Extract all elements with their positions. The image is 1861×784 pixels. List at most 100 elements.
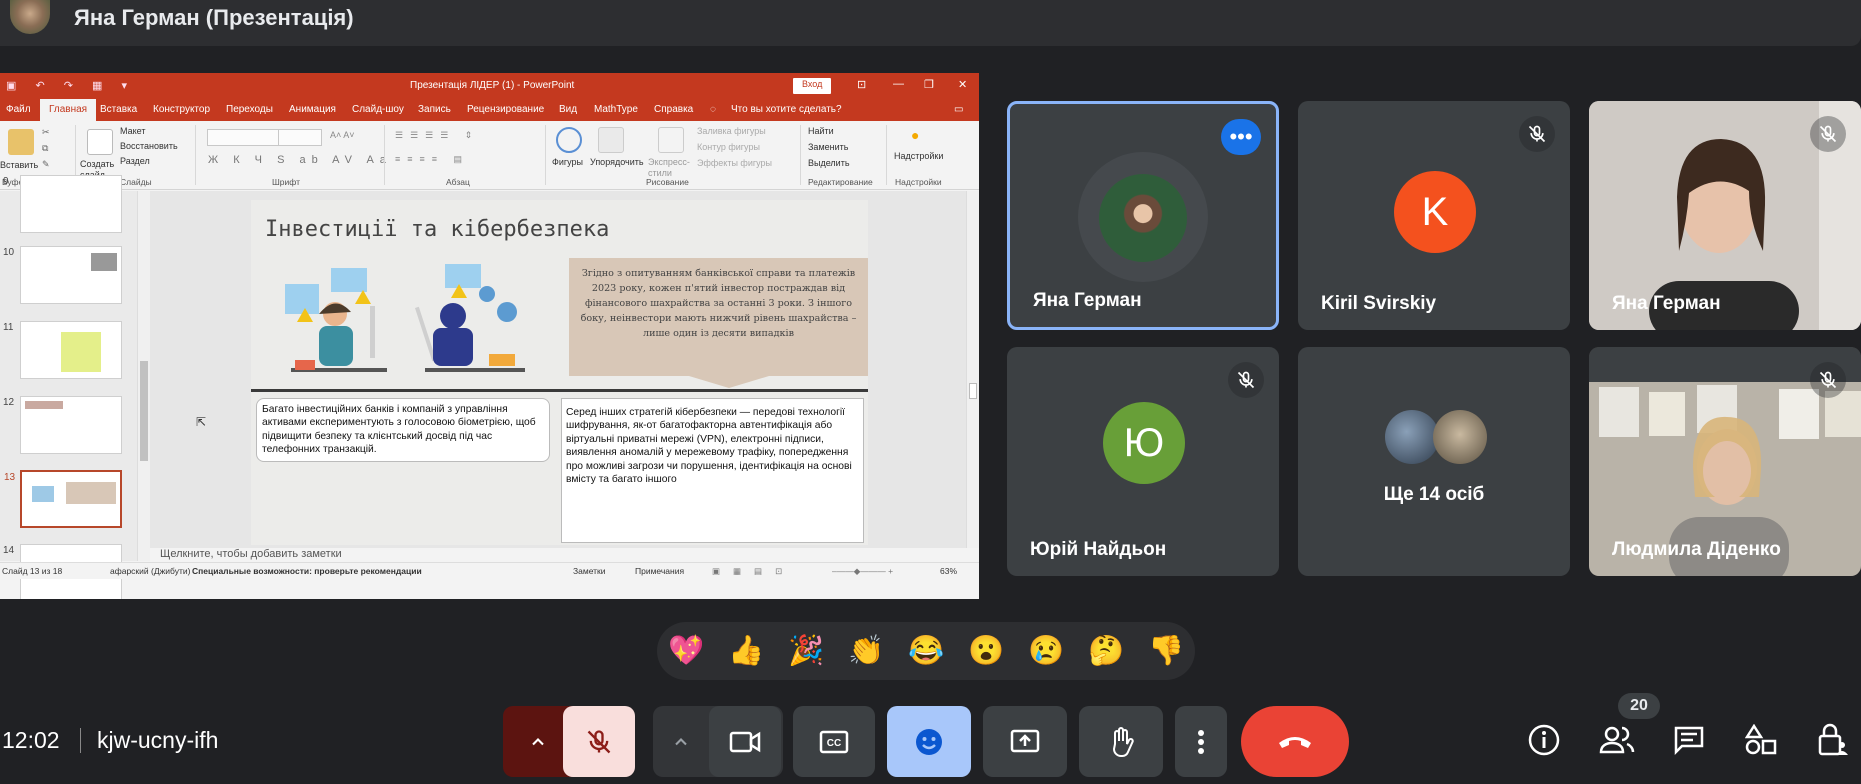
arrange-label[interactable]: Упорядочить xyxy=(590,157,644,167)
reaction-laughing[interactable]: 😂 xyxy=(908,634,944,668)
font-size-input[interactable] xyxy=(278,129,322,146)
slide-thumbnail-selected[interactable]: 13 xyxy=(4,470,122,528)
toggle-camera-button[interactable] xyxy=(709,706,781,777)
scrollbar-thumb[interactable] xyxy=(969,383,977,399)
accessibility-status[interactable]: Специальные возможности: проверьте реком… xyxy=(192,566,422,576)
strategies-textbox[interactable]: Серед інших стратегій кібербезпеки — пер… xyxy=(561,398,864,543)
slide-thumbnail[interactable]: 10 xyxy=(3,246,122,304)
notes-toggle[interactable]: Заметки xyxy=(573,566,606,576)
tab-mathtype[interactable]: MathType xyxy=(594,104,638,115)
slide-title[interactable]: Інвестиції та кібербезпека xyxy=(265,217,609,242)
section-button[interactable]: Раздел xyxy=(120,156,150,166)
cut-icon[interactable]: ✂ xyxy=(42,127,50,138)
current-slide[interactable]: Інвестиції та кібербезпека Згідно з опит… xyxy=(251,200,868,545)
captions-button[interactable]: CC xyxy=(793,706,875,777)
comments-icon[interactable]: ▭ xyxy=(954,104,963,115)
reaction-surprised[interactable]: 😮 xyxy=(968,634,1004,668)
participant-tile-speaking[interactable]: ••• Яна Герман xyxy=(1007,101,1279,330)
reaction-sparkling-heart[interactable]: 💖 xyxy=(668,634,704,668)
shape-fill-button[interactable]: Заливка фигуры xyxy=(697,126,766,136)
participant-tile[interactable]: Ю Юрій Найдьон xyxy=(1007,347,1279,576)
select-button[interactable]: Выделить xyxy=(808,158,850,168)
participant-tile-video[interactable]: Яна Герман xyxy=(1589,101,1861,330)
minimize-icon[interactable]: — xyxy=(893,78,904,90)
zoom-slider[interactable]: –——◆——— + xyxy=(832,566,893,577)
tab-home[interactable]: Главная xyxy=(40,99,97,121)
view-mode-icons[interactable]: ▣▦▤⊡ xyxy=(712,566,795,577)
tab-animation[interactable]: Анимация xyxy=(289,104,336,115)
chat-button[interactable] xyxy=(1669,720,1709,760)
new-slide-icon[interactable] xyxy=(87,129,113,155)
tab-slideshow[interactable]: Слайд-шоу xyxy=(352,104,404,115)
host-controls-button[interactable] xyxy=(1813,720,1853,760)
paste-icon[interactable] xyxy=(8,129,34,155)
shapes-icon[interactable] xyxy=(556,127,582,153)
leave-call-button[interactable] xyxy=(1241,706,1349,777)
voice-biometrics-textbox[interactable]: Багато інвестиційних банків і компаній з… xyxy=(256,398,550,462)
tab-help[interactable]: Справка xyxy=(654,104,693,115)
people-button[interactable] xyxy=(1597,720,1637,760)
tell-me-search[interactable]: Что вы хотите сделать? xyxy=(731,104,842,115)
layout-button[interactable]: Макет xyxy=(120,126,145,136)
comments-toggle[interactable]: Примечания xyxy=(635,566,684,576)
present-screen-button[interactable] xyxy=(983,706,1067,777)
copy-icon[interactable]: ⧉ xyxy=(42,143,48,154)
quick-styles-icon[interactable] xyxy=(658,127,684,153)
slide-scrollbar[interactable] xyxy=(966,191,979,548)
more-options-icon[interactable]: ••• xyxy=(1221,119,1261,155)
slide-thumbnails-pane[interactable]: 9 10 11 12 13 14 xyxy=(0,175,150,599)
raise-hand-button[interactable] xyxy=(1079,706,1163,777)
shapes-label[interactable]: Фигуры xyxy=(552,157,583,167)
reaction-thumbs-up[interactable]: 👍 xyxy=(728,634,764,668)
format-painter-icon[interactable]: ✎ xyxy=(42,159,50,170)
shape-outline-button[interactable]: Контур фигуры xyxy=(697,142,760,152)
tab-record[interactable]: Запись xyxy=(418,104,451,115)
video-options-button[interactable] xyxy=(653,706,709,777)
tab-review[interactable]: Рецензирование xyxy=(467,104,544,115)
list-icons[interactable]: ☰☰☰☰ ⇕ xyxy=(395,130,479,141)
addins-label[interactable]: Надстройки xyxy=(894,151,943,161)
others-tile[interactable]: Ще 14 осіб xyxy=(1298,347,1570,576)
slide-thumbnail[interactable]: 11 xyxy=(3,321,122,379)
activities-button[interactable] xyxy=(1741,720,1781,760)
statistics-callout[interactable]: Згідно з опитуванням банківської справи … xyxy=(569,258,868,376)
tab-design[interactable]: Конструктор xyxy=(153,104,210,115)
addins-icon[interactable]: ● xyxy=(911,127,919,143)
paste-label[interactable]: Вставить xyxy=(0,160,38,170)
arrange-icon[interactable] xyxy=(598,127,624,153)
reaction-thinking[interactable]: 🤔 xyxy=(1088,634,1124,668)
ppt-login-button[interactable]: Вход xyxy=(793,78,832,94)
zoom-level[interactable]: 63% xyxy=(940,566,957,576)
grow-font-icon[interactable]: A˄ A˅ xyxy=(330,130,355,140)
more-options-button[interactable] xyxy=(1175,706,1227,777)
scrollbar-thumb[interactable] xyxy=(140,361,148,461)
toggle-microphone-button[interactable] xyxy=(563,706,635,777)
find-button[interactable]: Найти xyxy=(808,126,834,136)
participant-tile[interactable]: K Kiril Svirskiy xyxy=(1298,101,1570,330)
meeting-info-button[interactable] xyxy=(1524,720,1564,760)
emoji-reactions-button[interactable] xyxy=(887,706,971,777)
shape-effects-button[interactable]: Эффекты фигуры xyxy=(697,158,772,168)
reaction-thumbs-down[interactable]: 👎 xyxy=(1148,634,1184,668)
tab-view[interactable]: Вид xyxy=(559,104,577,115)
notes-placeholder[interactable]: Щелкните, чтобы добавить заметки xyxy=(150,548,979,561)
participant-tile-video[interactable]: Людмила Діденко xyxy=(1589,347,1861,576)
slide-thumbnail[interactable]: 12 xyxy=(3,396,122,454)
tab-transitions[interactable]: Переходы xyxy=(226,104,273,115)
close-icon[interactable]: ✕ xyxy=(958,78,967,91)
tab-file[interactable]: Файл xyxy=(6,104,31,115)
tab-insert[interactable]: Вставка xyxy=(100,104,137,115)
language-indicator[interactable]: афарский (Джибути) xyxy=(110,566,190,576)
align-icons[interactable]: ≡≡≡≡ ▤ xyxy=(395,154,469,165)
reset-button[interactable]: Восстановить xyxy=(120,141,178,151)
slide-editor-canvas[interactable]: Інвестиції та кібербезпека Згідно з опит… xyxy=(150,191,966,548)
ribbon-display-icon[interactable]: ⊡ xyxy=(857,78,866,91)
slide-thumbnail[interactable]: 9 xyxy=(3,175,122,233)
reaction-clapping[interactable]: 👏 xyxy=(848,634,884,668)
reaction-crying[interactable]: 😢 xyxy=(1028,634,1064,668)
font-format-icons[interactable]: Ж К Ч S ab AV Aa xyxy=(208,154,392,166)
reaction-party-popper[interactable]: 🎉 xyxy=(788,634,824,668)
quick-styles-label[interactable]: Экспресс-стили xyxy=(648,157,693,179)
maximize-icon[interactable]: ❐ xyxy=(924,78,934,91)
replace-button[interactable]: Заменить xyxy=(808,142,848,152)
